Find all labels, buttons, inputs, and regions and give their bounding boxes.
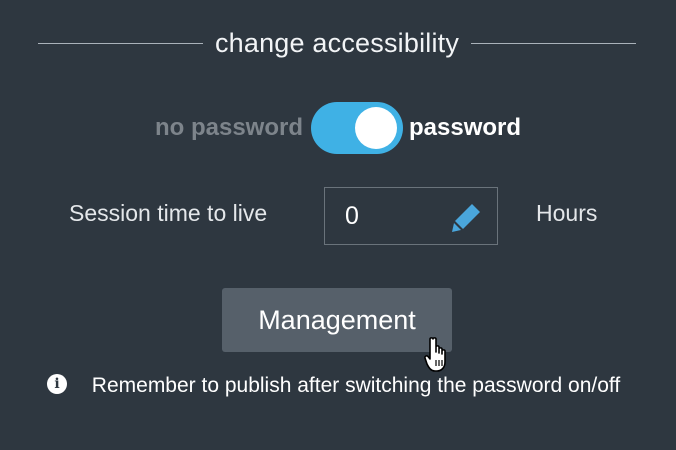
session-ttl-input[interactable]	[345, 200, 445, 232]
header-rule-right	[471, 42, 637, 44]
management-button[interactable]: Management	[222, 288, 452, 352]
session-ttl-label: Session time to live	[69, 200, 268, 226]
accessibility-panel: change accessibility no password passwor…	[0, 0, 676, 450]
section-header: change accessibility	[38, 22, 637, 64]
session-ttl-field[interactable]	[324, 187, 498, 245]
no-password-label[interactable]: no password	[155, 114, 303, 142]
header-rule-left	[38, 42, 203, 44]
section-title: change accessibility	[214, 27, 460, 58]
info-icon: i	[47, 374, 67, 394]
pencil-icon[interactable]	[451, 201, 483, 233]
password-toggle-row: no password password	[0, 102, 676, 154]
hand-cursor-icon	[424, 337, 446, 372]
password-label[interactable]: password	[409, 114, 521, 142]
session-ttl-unit: Hours	[536, 200, 598, 226]
publish-reminder-note: Remember to publish after switching the …	[91, 374, 621, 397]
password-toggle-switch[interactable]	[311, 102, 403, 154]
toggle-knob	[355, 107, 397, 149]
